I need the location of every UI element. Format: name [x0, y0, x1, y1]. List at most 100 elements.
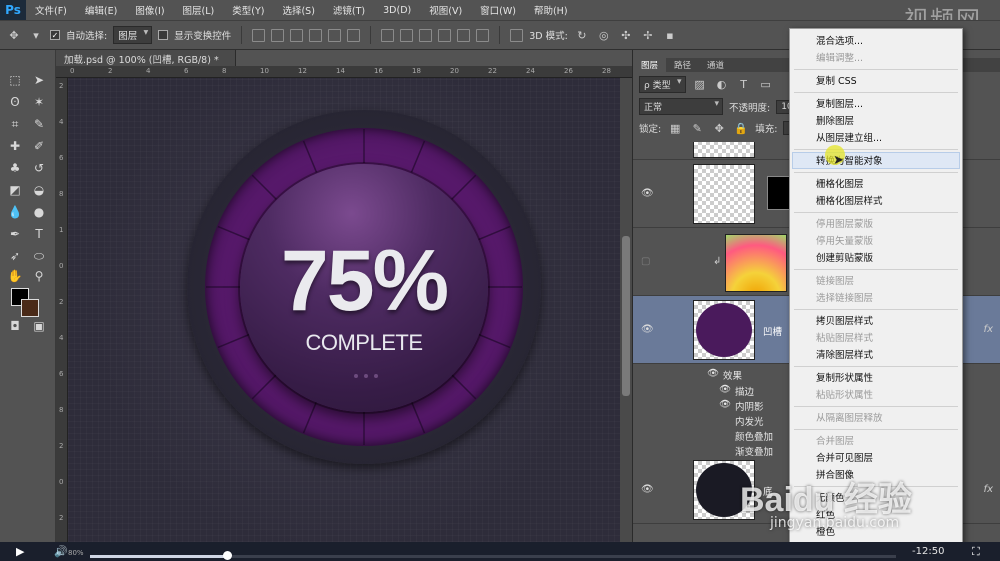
- zoom-tool-icon[interactable]: ⚲: [28, 266, 50, 286]
- align-hcenter-icon[interactable]: [328, 28, 342, 42]
- eye-icon[interactable]: 👁: [641, 188, 654, 199]
- distribute-left-icon[interactable]: [438, 28, 452, 42]
- menu-3d[interactable]: 3D(D): [374, 5, 420, 16]
- tab-layers[interactable]: 图层: [633, 58, 667, 72]
- path-select-icon[interactable]: ➶: [4, 246, 26, 266]
- blend-mode-dropdown[interactable]: 正常: [639, 98, 723, 115]
- menu-view[interactable]: 视图(V): [420, 3, 471, 17]
- menu-window[interactable]: 窗口(W): [471, 3, 525, 17]
- history-brush-icon[interactable]: ↺: [28, 158, 50, 178]
- eye-icon[interactable]: 👁: [641, 484, 654, 495]
- quick-mask-icon[interactable]: ◘: [4, 316, 26, 336]
- shape-filter-icon[interactable]: ▭: [758, 77, 774, 93]
- drag-3d-icon[interactable]: ✣: [618, 27, 634, 43]
- background-color-swatch[interactable]: [21, 299, 39, 317]
- eye-icon[interactable]: 👁: [719, 384, 731, 395]
- context-menu-item[interactable]: 复制 CSS: [816, 73, 857, 87]
- context-menu-item[interactable]: 栅格化图层: [816, 176, 864, 190]
- tab-channels[interactable]: 通道: [699, 58, 732, 72]
- scroll-thumb[interactable]: [622, 236, 630, 396]
- align-left-icon[interactable]: [309, 28, 323, 42]
- dodge-tool-icon[interactable]: ●: [28, 202, 50, 222]
- document-canvas[interactable]: 75% COMPLETE: [68, 78, 620, 542]
- menu-type[interactable]: 类型(Y): [223, 3, 273, 17]
- context-menu-item[interactable]: 复制形状属性: [816, 370, 873, 384]
- eye-icon[interactable]: ▢: [641, 256, 653, 267]
- marquee-tool-icon[interactable]: ⬚: [4, 70, 26, 90]
- menu-file[interactable]: 文件(F): [26, 3, 76, 17]
- healing-brush-icon[interactable]: ✚: [4, 136, 26, 156]
- auto-align-icon[interactable]: [510, 28, 524, 42]
- document-tab[interactable]: 加载.psd @ 100% (凹槽, RGB/8) *: [56, 50, 236, 66]
- context-menu-item[interactable]: 从图层建立组...: [816, 130, 882, 144]
- volume-icon[interactable]: 🔊: [54, 545, 68, 558]
- distribute-hcenter-icon[interactable]: [457, 28, 471, 42]
- context-menu-item[interactable]: 创建剪贴蒙版: [816, 250, 873, 264]
- context-menu-item[interactable]: 复制图层...: [816, 96, 863, 110]
- move-tool-icon[interactable]: ➤: [28, 70, 50, 90]
- distribute-bottom-icon[interactable]: [419, 28, 433, 42]
- crop-tool-icon[interactable]: ⌗: [4, 114, 26, 134]
- type-tool-icon[interactable]: T: [28, 224, 50, 244]
- effect-inner-shadow[interactable]: 内阴影: [735, 399, 764, 413]
- menu-select[interactable]: 选择(S): [273, 3, 323, 17]
- eraser-tool-icon[interactable]: ◩: [4, 180, 26, 200]
- eyedropper-icon[interactable]: ✎: [28, 114, 50, 134]
- fx-badge[interactable]: fx: [984, 484, 993, 495]
- canvas-scrollbar[interactable]: [620, 78, 632, 542]
- video-progress-knob[interactable]: [223, 551, 233, 560]
- blur-tool-icon[interactable]: 💧: [4, 202, 26, 222]
- fx-badge[interactable]: fx: [984, 324, 993, 335]
- paint-bucket-icon[interactable]: ◒: [28, 180, 50, 200]
- layer-name[interactable]: 凹槽: [763, 324, 782, 338]
- slide-3d-icon[interactable]: ✢: [640, 27, 656, 43]
- lock-all-icon[interactable]: 🔒: [733, 120, 749, 136]
- context-menu-item[interactable]: 栅格化图层样式: [816, 193, 883, 207]
- distribute-top-icon[interactable]: [381, 28, 395, 42]
- align-right-icon[interactable]: [347, 28, 361, 42]
- menu-edit[interactable]: 编辑(E): [76, 3, 126, 17]
- align-bottom-icon[interactable]: [290, 28, 304, 42]
- align-top-icon[interactable]: [252, 28, 266, 42]
- context-menu-item[interactable]: 清除图层样式: [816, 347, 873, 361]
- eye-icon[interactable]: 👁: [719, 399, 731, 410]
- distribute-vcenter-icon[interactable]: [400, 28, 414, 42]
- pixel-filter-icon[interactable]: ▨: [692, 77, 708, 93]
- roll-3d-icon[interactable]: ◎: [596, 27, 612, 43]
- context-menu-item[interactable]: 合并可见图层: [816, 450, 873, 464]
- lock-transparency-icon[interactable]: ▦: [667, 120, 683, 136]
- ellipse-tool-icon[interactable]: ⬭: [28, 246, 50, 266]
- move-tool-icon[interactable]: ✥: [6, 27, 22, 43]
- magic-wand-icon[interactable]: ✶: [28, 92, 50, 112]
- tab-paths[interactable]: 路径: [666, 58, 699, 72]
- menu-layer[interactable]: 图层(L): [174, 3, 224, 17]
- brush-tool-icon[interactable]: ✐: [28, 136, 50, 156]
- screen-mode-icon[interactable]: ▣: [28, 316, 50, 336]
- menu-image[interactable]: 图像(I): [126, 3, 173, 17]
- effect-color-overlay[interactable]: 颜色叠加: [735, 429, 773, 443]
- fullscreen-icon[interactable]: ⛶: [972, 545, 980, 559]
- lock-pixels-icon[interactable]: ✎: [689, 120, 705, 136]
- align-vcenter-icon[interactable]: [271, 28, 285, 42]
- scale-3d-icon[interactable]: ▪: [662, 27, 678, 43]
- layer-filter-dropdown[interactable]: ρ 类型: [639, 76, 686, 93]
- eye-icon[interactable]: 👁: [641, 324, 654, 335]
- hand-tool-icon[interactable]: ✋: [4, 266, 26, 286]
- menu-filter[interactable]: 滤镜(T): [324, 3, 374, 17]
- effect-inner-glow[interactable]: 内发光: [735, 414, 764, 428]
- lock-position-icon[interactable]: ✥: [711, 120, 727, 136]
- auto-select-dropdown[interactable]: 图层: [113, 26, 153, 44]
- play-icon[interactable]: ▶: [16, 545, 24, 558]
- menu-help[interactable]: 帮助(H): [525, 3, 577, 17]
- pen-tool-icon[interactable]: ✒: [4, 224, 26, 244]
- context-menu-item[interactable]: 混合选项...: [816, 33, 863, 47]
- orbit-3d-icon[interactable]: ↻: [574, 27, 590, 43]
- distribute-right-icon[interactable]: [476, 28, 490, 42]
- chevron-down-icon[interactable]: ▾: [28, 27, 44, 43]
- context-menu-item[interactable]: 拷贝图层样式: [816, 313, 873, 327]
- adjust-filter-icon[interactable]: ◐: [714, 77, 730, 93]
- context-menu-item[interactable]: 删除图层: [816, 113, 854, 127]
- auto-select-checkbox[interactable]: ✓: [50, 30, 60, 40]
- show-transform-checkbox[interactable]: [158, 30, 169, 40]
- type-filter-icon[interactable]: T: [736, 77, 752, 93]
